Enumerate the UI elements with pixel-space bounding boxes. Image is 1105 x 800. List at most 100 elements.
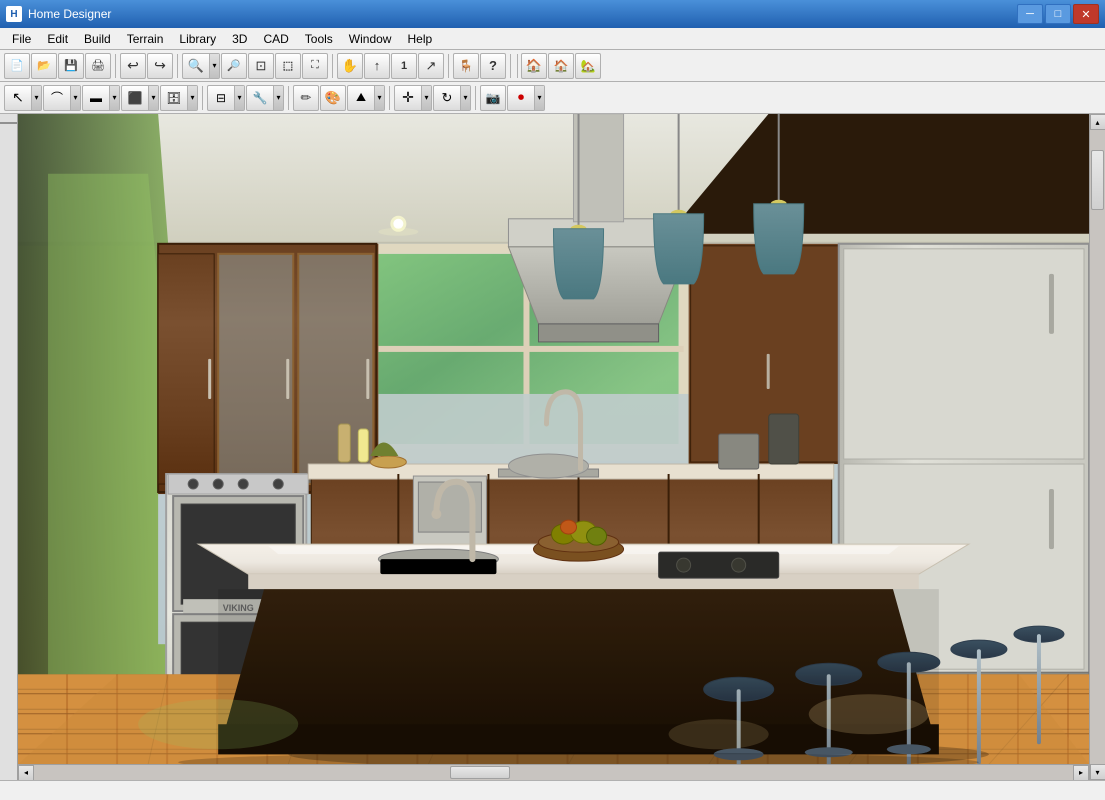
cabinet-arrow[interactable]: ▾ (187, 86, 197, 110)
terrain-tool-button[interactable]: ⛰ (348, 86, 374, 110)
menu-file[interactable]: File (4, 28, 39, 50)
terrain-arrow[interactable]: ▾ (374, 86, 384, 110)
new-button[interactable]: 📄 (4, 53, 30, 79)
room-dropdown[interactable]: ⬛ ▾ (121, 85, 159, 111)
vertical-scroll-thumb[interactable] (1091, 150, 1104, 210)
horizontal-scrollbar[interactable]: ◂ ▸ (18, 764, 1089, 780)
terrain-dropdown[interactable]: ⛰ ▾ (347, 85, 385, 111)
select-dropdown[interactable]: ↖ ▾ (4, 85, 42, 111)
dimension-button[interactable]: 1 (391, 53, 417, 79)
menu-window[interactable]: Window (341, 28, 400, 50)
stairs-icon: ⊟ (216, 91, 226, 105)
separator-t4 (475, 86, 476, 110)
print-icon: 🖨 (91, 59, 105, 72)
open-icon: 📂 (37, 59, 51, 72)
fixtures-dropdown[interactable]: 🔧 ▾ (246, 85, 284, 111)
render-button[interactable]: 🏡 (575, 53, 601, 79)
scroll-right-button[interactable]: ▸ (1073, 765, 1089, 781)
stairs-dropdown[interactable]: ⊟ ▾ (207, 85, 245, 111)
menu-cad[interactable]: CAD (255, 28, 296, 50)
cabinet-button[interactable]: 🗄 (161, 86, 187, 110)
menu-build[interactable]: Build (76, 28, 119, 50)
cabinet-dropdown[interactable]: 🗄 ▾ (160, 85, 198, 111)
vertical-scroll-track (1090, 130, 1105, 764)
3d-viewport[interactable]: VIKING (18, 114, 1089, 764)
view-3d-button[interactable]: 🏠 (548, 53, 574, 79)
record-dropdown[interactable]: ⏺ ▾ (507, 85, 545, 111)
title-bar: H Home Designer ─ □ ✕ (0, 0, 1105, 28)
open-button[interactable]: 📂 (31, 53, 57, 79)
stairs-arrow[interactable]: ▾ (234, 86, 244, 110)
fixtures-arrow[interactable]: ▾ (273, 86, 283, 110)
zoom-all-button[interactable]: ⛶ (302, 53, 328, 79)
zoom-box-button[interactable]: ⬚ (275, 53, 301, 79)
record-button[interactable]: ⏺ (508, 86, 534, 110)
zoom-in-button[interactable]: 🔍 (183, 54, 209, 78)
scroll-left-button[interactable]: ◂ (18, 765, 34, 781)
arc-dropdown[interactable]: ⌒ ▾ (43, 85, 81, 111)
draw-button[interactable]: ✏ (293, 85, 319, 111)
wall-button[interactable]: ▬ (83, 86, 109, 110)
zoom-in-dropdown[interactable]: 🔍 ▾ (182, 53, 220, 79)
arrow-tool-button[interactable]: ↗ (418, 53, 444, 79)
menu-edit[interactable]: Edit (39, 28, 76, 50)
record-arrow[interactable]: ▾ (534, 86, 544, 110)
move-button[interactable]: ✛ (395, 86, 421, 110)
zoom-in-arrow[interactable]: ▾ (209, 54, 219, 78)
menu-bar: File Edit Build Terrain Library 3D CAD T… (0, 28, 1105, 50)
wall-dropdown[interactable]: ▬ ▾ (82, 85, 120, 111)
menu-tools[interactable]: Tools (297, 28, 341, 50)
move-arrow[interactable]: ▾ (421, 86, 431, 110)
paint-button[interactable]: 🎨 (320, 85, 346, 111)
help-button[interactable]: ? (480, 53, 506, 79)
room-icon: ⬛ (128, 91, 143, 105)
close-button[interactable]: ✕ (1073, 4, 1099, 24)
maximize-button[interactable]: □ (1045, 4, 1071, 24)
scroll-down-button[interactable]: ▾ (1090, 764, 1105, 780)
wall-arrow[interactable]: ▾ (109, 86, 119, 110)
rotate-arrow[interactable]: ▾ (460, 86, 470, 110)
menu-terrain[interactable]: Terrain (119, 28, 172, 50)
floorplan-view-button[interactable]: 🏠 (521, 53, 547, 79)
room-button[interactable]: ⬛ (122, 86, 148, 110)
main-wrapper: VIKING (0, 114, 1105, 800)
rotate-dropdown[interactable]: ↻ ▾ (433, 85, 471, 111)
camera-button[interactable]: 📷 (480, 85, 506, 111)
furniture-button[interactable]: 🪑 (453, 53, 479, 79)
vertical-scrollbar[interactable]: ▴ ▾ (1089, 114, 1105, 780)
move-dropdown[interactable]: ✛ ▾ (394, 85, 432, 111)
move-icon: ✛ (402, 89, 414, 106)
cabinet-icon: 🗄 (166, 91, 181, 105)
select-arrow[interactable]: ▾ (31, 86, 41, 110)
separator2 (177, 54, 178, 78)
minimize-button[interactable]: ─ (1017, 4, 1043, 24)
room-arrow[interactable]: ▾ (148, 86, 158, 110)
zoom-out-button[interactable]: 🔍 (221, 53, 247, 79)
zoom-fit-button[interactable]: ⊡ (248, 53, 274, 79)
rotate-button[interactable]: ↻ (434, 86, 460, 110)
stairs-button[interactable]: ⊟ (208, 86, 234, 110)
menu-help[interactable]: Help (399, 28, 440, 50)
undo-icon: ↩ (127, 57, 139, 74)
fixtures-button[interactable]: 🔧 (247, 86, 273, 110)
window-controls: ─ □ ✕ (1017, 4, 1099, 24)
undo-button[interactable]: ↩ (120, 53, 146, 79)
select-button[interactable]: ↖ (5, 86, 31, 110)
arrow-tool-icon: ↗ (426, 58, 437, 74)
content-area: VIKING (0, 114, 1105, 780)
fixtures-icon: 🔧 (253, 91, 268, 105)
scroll-up-button[interactable]: ▴ (1090, 114, 1105, 130)
print-button[interactable]: 🖨 (85, 53, 111, 79)
save-button[interactable]: 💾 (58, 53, 84, 79)
arrow-up-button[interactable]: ↑ (364, 53, 390, 79)
arc-button[interactable]: ⌒ (44, 86, 70, 110)
arc-arrow[interactable]: ▾ (70, 86, 80, 110)
separator4 (448, 54, 449, 78)
horizontal-scroll-thumb[interactable] (450, 766, 510, 779)
horizontal-scroll-track[interactable] (34, 765, 1073, 780)
help-icon: ? (489, 58, 497, 73)
menu-3d[interactable]: 3D (224, 28, 255, 50)
menu-library[interactable]: Library (171, 28, 224, 50)
pan-button[interactable]: ✋ (337, 53, 363, 79)
redo-button[interactable]: ↪ (147, 53, 173, 79)
